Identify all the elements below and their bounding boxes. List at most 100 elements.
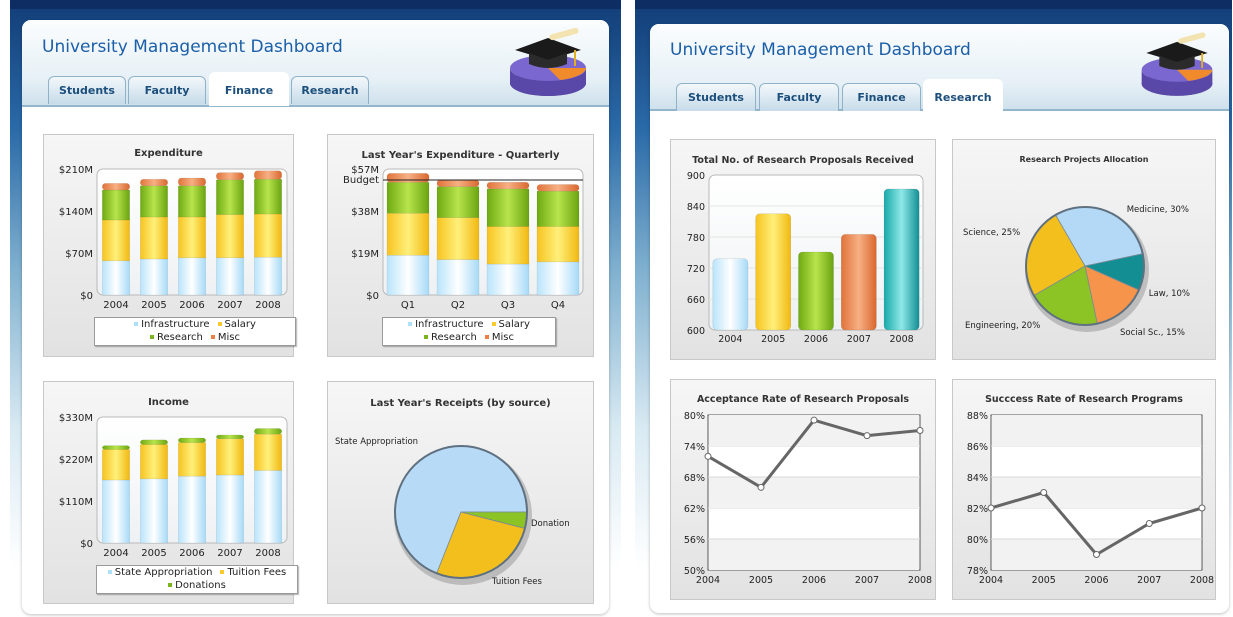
y-tick-label: $0 [80,291,93,302]
app-title: University Management Dashboard [42,37,343,57]
x-tick-label: 2008 [255,300,280,311]
graduation-cap-pie-logo [1141,32,1213,96]
bar-segment-research [178,185,206,218]
bar-segment-donations [140,439,168,445]
x-tick-label: 2006 [802,575,826,586]
x-tick-label: Q2 [451,300,465,311]
bar-segment-research [102,189,130,221]
bar-segment-infrastructure [386,254,430,296]
bar-segment-state-appropriation [140,478,168,544]
pie-label-social-sc-15: Social Sc., 15% [1120,328,1185,338]
y-tick-label: $19M [351,249,379,260]
receipts-chart: State Appropriation Tuition Fees Donation [335,437,570,587]
bar-2006 [798,251,834,331]
data-point [810,416,818,424]
bar-segment-infrastructure [254,256,282,296]
bar-segment-misc [436,179,480,187]
x-tick-label: 2005 [1032,575,1056,586]
bar-segment-infrastructure [436,259,480,296]
bar-2004 [712,258,749,331]
x-tick-label: 2007 [217,548,242,559]
data-point [704,452,712,460]
x-tick-label: 2007 [847,334,871,345]
proposals-chart: 600 660 720 780 840 900 2004 2005 2006 2007 2008 [687,171,924,345]
grid-band [709,539,919,570]
tab-students[interactable]: Students [676,83,756,111]
bar-segment-research [216,179,244,215]
bar-segment-salary [254,213,282,258]
bar-segment-salary [436,217,480,260]
bar-segment-misc [140,178,168,187]
tab-finance[interactable]: Finance [209,72,289,106]
acceptance-chart: 50%56%62%68%74%80%2004 2005 2006 2007 2008 [684,411,932,586]
legend-item-infrastructure: Infrastructure [408,318,484,331]
finance-dashboard-screenshot: University Management Dashboard Students… [10,0,621,617]
tab-faculty[interactable]: Faculty [128,76,206,104]
bar-2007 [841,234,877,331]
grid-band [709,477,919,508]
x-tick-label: 2004 [103,548,128,559]
pie-label-state-appropriation: State Appropriation [335,437,418,447]
x-tick-label: 2008 [908,575,932,586]
y-tick-label: $110M [59,497,93,508]
y-tick-label: 840 [687,202,705,213]
bar-segment-research [486,188,530,227]
bar-segment-infrastructure [216,257,244,296]
tab-students[interactable]: Students [48,76,126,104]
tab-faculty[interactable]: Faculty [759,83,839,111]
bar-segment-salary [102,219,130,262]
data-point [863,432,871,440]
dashboard-window: University Management Dashboard Students… [22,20,609,614]
y-tick-label: 780 [687,233,705,244]
data-point [916,427,924,434]
budget-label: Budget [343,175,379,186]
data-point [1145,520,1153,527]
y-tick-label: 82% [967,504,988,515]
x-tick-label: 2007 [855,575,879,586]
bar-segment-state-appropriation [216,474,244,544]
data-point [1093,551,1100,558]
tab-finance[interactable]: Finance [842,83,921,111]
x-tick-label: Q3 [501,300,515,311]
bar-segment-tuition-fees [140,444,168,480]
x-tick-label: 2006 [804,334,828,345]
grid-band [992,415,1201,446]
quarterly-panel: Last Year's Expenditure - Quarterly $0 $1… [327,134,594,357]
x-tick-label: 2005 [141,300,166,311]
y-tick-label: 80% [967,535,988,546]
legend-item-tuition-fees: Tuition Fees [220,566,286,579]
bar-segment-misc [102,183,130,191]
y-tick-label: 84% [967,473,988,484]
grid-band [992,477,1201,508]
y-tick-label: $70M [65,249,93,260]
x-tick-label: 2004 [718,334,742,345]
bar-segment-state-appropriation [178,475,206,544]
proposals-panel: Total No. of Research Proposals Received… [670,139,936,360]
x-tick-label: 2005 [761,334,785,345]
bar-segment-research [140,185,168,218]
x-tick-label: 2004 [103,300,128,311]
pie-label-medicine-30: Medicine, 30% [1127,205,1189,215]
legend-item-research: Research [150,331,203,344]
success-panel: Succcess Rate of Research Programs 78% 80… [952,379,1216,600]
pie-label-donation: Donation [531,519,570,529]
bar-segment-salary [178,216,206,259]
y-tick-label: 62% [684,504,705,515]
y-tick-label: $140M [59,207,93,218]
bar-segment-infrastructure [140,258,168,296]
bar-segment-donations [102,445,130,450]
tab-research[interactable]: Research [923,79,1003,113]
y-tick-label: 74% [684,442,705,453]
tab-research[interactable]: Research [291,76,369,104]
pie-label-tuition-fees: Tuition Fees [491,577,543,587]
bar-segment-salary [536,226,580,263]
y-tick-label: 660 [687,295,705,306]
y-tick-label: $38M [351,207,379,218]
x-tick-label: 2008 [890,334,914,345]
x-tick-label: 2006 [179,548,204,559]
bar-segment-donations [254,428,282,435]
y-tick-label: $0 [80,539,93,550]
bar-2008 [883,188,920,331]
bar-segment-tuition-fees [102,449,130,481]
bar-segment-misc [254,170,282,180]
